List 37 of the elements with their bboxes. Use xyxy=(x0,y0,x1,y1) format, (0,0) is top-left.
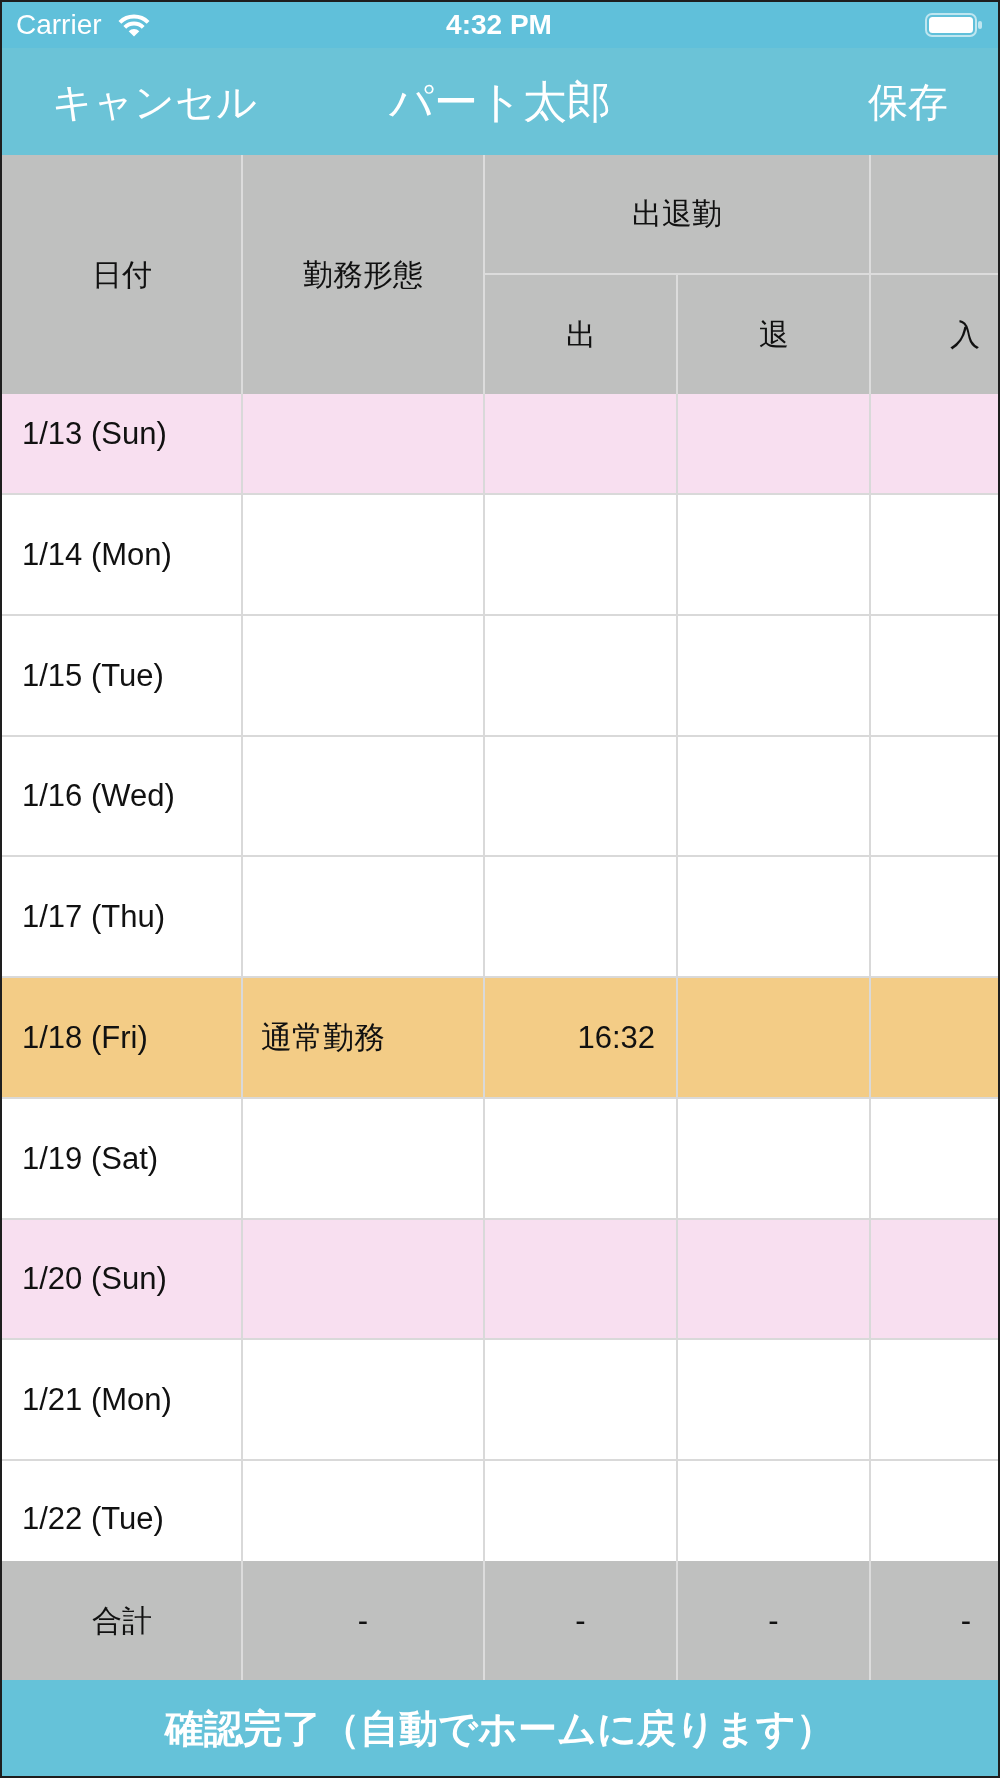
clock-in-time: 16:32 xyxy=(577,1021,655,1053)
date-label: 1/18 (Fri) xyxy=(22,1021,148,1053)
table-row[interactable]: 1/15 (Tue) xyxy=(2,615,998,737)
table-row[interactable]: 1/18 (Fri) 通常勤務 16:32 xyxy=(2,978,998,1099)
date-label: 1/17 (Thu) xyxy=(22,901,165,933)
table-row[interactable]: 1/17 (Thu) xyxy=(2,857,998,978)
table-row[interactable]: 1/13 (Sun) xyxy=(2,394,998,495)
totals-value: - xyxy=(960,1605,971,1636)
date-label: 1/13 (Sun) xyxy=(22,417,167,449)
column-heading: 日付 xyxy=(91,259,152,290)
date-label: 1/20 (Sun) xyxy=(22,1263,167,1295)
column-heading: 退 xyxy=(758,319,789,350)
table-row[interactable]: 1/16 (Wed) xyxy=(2,736,998,858)
date-label: 1/21 (Mon) xyxy=(22,1384,172,1416)
column-heading: 入 xyxy=(950,319,980,350)
table-row[interactable]: 1/20 (Sun) xyxy=(2,1219,998,1341)
totals-value: - xyxy=(357,1605,369,1636)
date-label: 1/16 (Wed) xyxy=(22,780,175,812)
date-label: 1/19 (Sat) xyxy=(22,1142,159,1174)
table-row[interactable]: 1/19 (Sat) xyxy=(2,1098,998,1220)
date-label: 1/15 (Tue) xyxy=(22,659,164,691)
column-heading: 勤務形態 xyxy=(303,259,423,290)
table-row[interactable]: 1/14 (Mon) xyxy=(2,495,998,616)
totals-value: - xyxy=(768,1605,779,1636)
clock-time: 4:32 PM xyxy=(446,11,552,39)
carrier-name: Carrier xyxy=(16,11,102,39)
wifi-icon xyxy=(117,13,150,37)
table-row[interactable]: 1/21 (Mon) xyxy=(2,1340,998,1461)
column-heading: 出 xyxy=(565,319,596,350)
date-label: 1/22 (Tue) xyxy=(22,1503,164,1535)
screen-title: パート太郎 xyxy=(389,79,611,124)
column-group-heading: 出退勤 xyxy=(632,199,722,229)
date-label: 1/14 (Mon) xyxy=(22,538,172,570)
work-type-label: 通常勤務 xyxy=(261,1021,385,1053)
totals-label: 合計 xyxy=(91,1605,152,1636)
totals-value: - xyxy=(575,1605,586,1636)
battery-icon xyxy=(925,13,982,37)
